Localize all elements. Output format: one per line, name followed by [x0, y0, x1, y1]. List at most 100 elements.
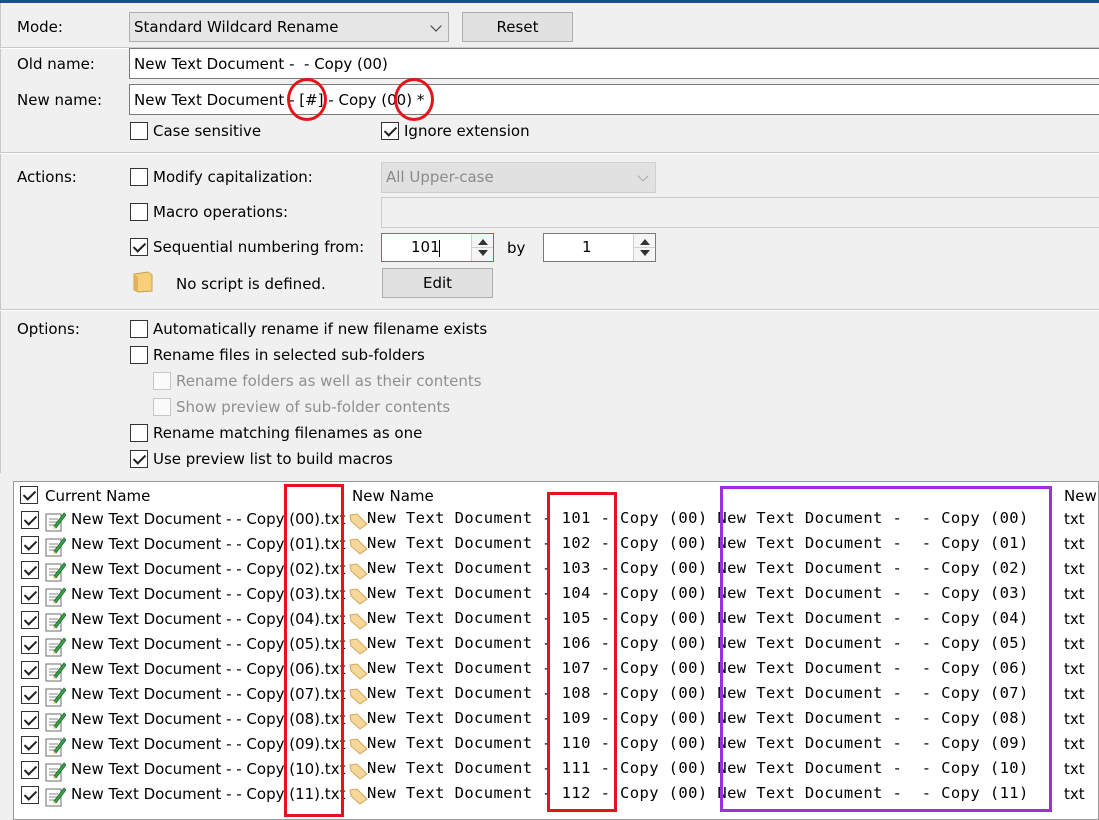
old-name-field[interactable]: New Text Document - - Copy (00)	[129, 48, 1099, 79]
mode-value: Standard Wildcard Rename	[134, 18, 339, 36]
use-preview-list-checkbox[interactable]	[130, 450, 148, 468]
row-checkbox[interactable]	[21, 611, 39, 629]
left-border	[0, 3, 1, 473]
highlight-box-original-name	[720, 486, 1052, 812]
divider	[0, 153, 1099, 154]
new-ext-cell: txt	[1064, 535, 1085, 553]
edit-script-button[interactable]: Edit	[382, 268, 493, 298]
new-ext-cell: txt	[1064, 510, 1085, 528]
tag-icon	[349, 563, 368, 580]
rename-subfolders-checkbox[interactable]	[130, 346, 148, 364]
new-ext-cell: txt	[1064, 635, 1085, 653]
current-name-header[interactable]: Current Name	[45, 487, 150, 505]
tag-icon	[349, 763, 368, 780]
spin-down-icon[interactable]	[640, 250, 650, 256]
mode-select[interactable]: Standard Wildcard Rename	[129, 12, 449, 42]
sequential-by-spinner[interactable]: 1	[543, 233, 656, 262]
text-file-icon	[45, 687, 66, 707]
capitalization-value: All Upper-case	[386, 168, 494, 186]
use-preview-list-label: Use preview list to build macros	[153, 450, 393, 468]
rename-folders-checkbox[interactable]	[153, 372, 171, 390]
row-checkbox[interactable]	[21, 761, 39, 779]
highlight-box-current-index	[284, 484, 344, 817]
new-name-field[interactable]: New Text Document - [#] - Copy (00) *	[129, 84, 1099, 115]
text-file-icon	[45, 562, 66, 582]
row-checkbox[interactable]	[21, 786, 39, 804]
text-file-icon	[45, 587, 66, 607]
auto-rename-checkbox[interactable]	[130, 320, 148, 338]
text-file-icon	[45, 612, 66, 632]
highlight-circle	[394, 78, 434, 121]
highlight-circle	[287, 78, 327, 121]
modify-capitalization-checkbox[interactable]	[130, 168, 148, 186]
sequential-numbering-checkbox[interactable]	[130, 238, 148, 256]
new-ext-header[interactable]: New	[1064, 487, 1097, 505]
old-name-label: Old name:	[17, 55, 95, 73]
text-file-icon	[45, 762, 66, 782]
reset-button[interactable]: Reset	[462, 12, 573, 42]
sequential-from-spinner[interactable]: 101	[381, 233, 494, 262]
row-checkbox[interactable]	[21, 511, 39, 529]
text-file-icon	[45, 537, 66, 557]
row-checkbox[interactable]	[21, 711, 39, 729]
highlight-box-sequence	[547, 492, 617, 812]
tag-icon	[349, 588, 368, 605]
tag-icon	[349, 788, 368, 805]
new-ext-cell: txt	[1064, 785, 1085, 803]
show-preview-subfolder-checkbox[interactable]	[153, 398, 171, 416]
text-file-icon	[45, 787, 66, 807]
mode-label: Mode:	[17, 18, 63, 36]
row-checkbox[interactable]	[21, 586, 39, 604]
row-checkbox[interactable]	[21, 636, 39, 654]
sequential-from-value: 101	[411, 238, 440, 256]
tag-icon	[349, 713, 368, 730]
new-ext-cell: txt	[1064, 760, 1085, 778]
rename-subfolders-label: Rename files in selected sub-folders	[153, 346, 425, 364]
row-checkbox[interactable]	[21, 561, 39, 579]
actions-label: Actions:	[17, 168, 77, 186]
spin-down-icon[interactable]	[478, 250, 488, 256]
ignore-extension-checkbox[interactable]	[381, 122, 399, 140]
case-sensitive-checkbox[interactable]	[130, 122, 148, 140]
tag-icon	[349, 638, 368, 655]
new-ext-cell: txt	[1064, 660, 1085, 678]
rename-matching-checkbox[interactable]	[130, 424, 148, 442]
macro-operations-checkbox[interactable]	[130, 203, 148, 221]
tag-icon	[349, 738, 368, 755]
options-label: Options:	[17, 320, 80, 338]
new-ext-cell: txt	[1064, 685, 1085, 703]
text-file-icon	[45, 737, 66, 757]
tag-icon	[349, 513, 368, 530]
capitalization-select[interactable]: All Upper-case	[381, 162, 656, 193]
spinner-buttons[interactable]	[633, 234, 655, 261]
chevron-down-icon	[430, 20, 442, 32]
new-name-header[interactable]: New Name	[352, 487, 434, 505]
tag-icon	[349, 538, 368, 555]
text-file-icon	[45, 637, 66, 657]
new-name-label: New name:	[17, 91, 103, 109]
divider	[0, 310, 1099, 311]
tag-icon	[349, 613, 368, 630]
folder-icon	[133, 271, 153, 293]
row-checkbox[interactable]	[21, 536, 39, 554]
row-checkbox[interactable]	[21, 686, 39, 704]
new-ext-cell: txt	[1064, 585, 1085, 603]
sequential-numbering-label: Sequential numbering from:	[153, 238, 365, 256]
tag-icon	[349, 688, 368, 705]
text-caret	[439, 240, 440, 257]
row-checkbox[interactable]	[21, 736, 39, 754]
ignore-extension-label: Ignore extension	[404, 122, 530, 140]
select-all-checkbox[interactable]	[20, 486, 38, 504]
script-status: No script is defined.	[176, 275, 326, 293]
new-ext-cell: txt	[1064, 710, 1085, 728]
row-checkbox[interactable]	[21, 661, 39, 679]
spin-up-icon[interactable]	[478, 239, 488, 245]
new-ext-cell: txt	[1064, 735, 1085, 753]
spin-up-icon[interactable]	[640, 239, 650, 245]
sequential-by-value: 1	[582, 238, 592, 256]
modify-capitalization-label: Modify capitalization:	[153, 168, 313, 186]
tag-icon	[349, 663, 368, 680]
title-bar	[0, 0, 1099, 3]
spinner-buttons[interactable]	[471, 234, 493, 261]
macro-operations-field[interactable]	[381, 197, 1099, 228]
